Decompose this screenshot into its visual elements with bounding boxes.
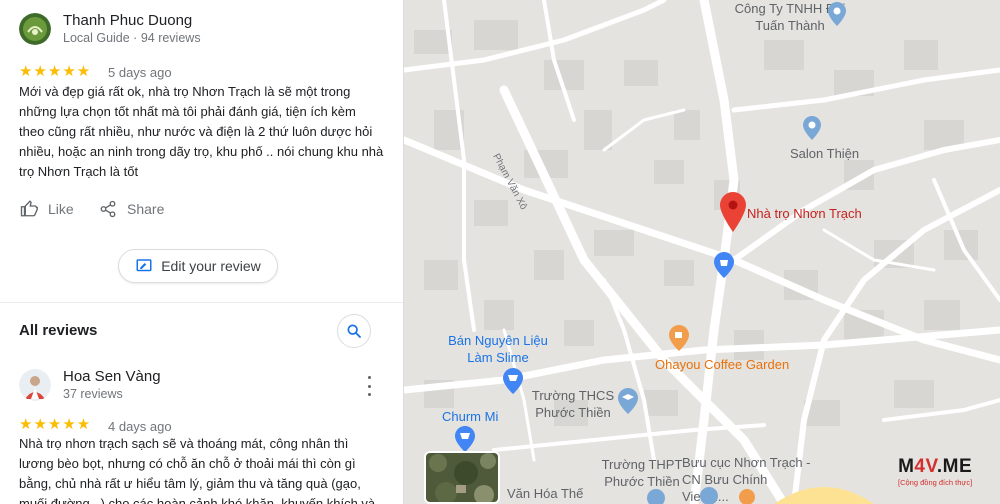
- more-options-icon[interactable]: [363, 376, 375, 396]
- place-pin-icon[interactable]: [828, 2, 846, 26]
- reviews-panel: Thanh Phuc Duong Local Guide · 94 review…: [0, 0, 404, 504]
- place-label-thcs[interactable]: Trường THCS Phước Thiền: [520, 387, 626, 421]
- watermark-brand: M4V.ME: [898, 456, 973, 477]
- review-header: Hoa Sen Vàng 37 reviews: [19, 368, 161, 401]
- place-label-slime[interactable]: Bán Nguyên Liệu Làm Slime: [438, 332, 558, 366]
- place-label-culture[interactable]: Văn Hóa Thế: [507, 486, 583, 501]
- edit-review-label: Edit your review: [161, 258, 261, 274]
- review-header: Thanh Phuc Duong Local Guide · 94 review…: [19, 12, 201, 45]
- share-label: Share: [127, 201, 165, 217]
- like-button[interactable]: Like: [20, 200, 74, 218]
- selected-location-pin-icon[interactable]: [720, 192, 746, 232]
- place-label-selected[interactable]: Nhà trọ Nhơn Trạch: [747, 206, 862, 221]
- school-pin-icon[interactable]: [618, 388, 638, 414]
- school-pin-icon[interactable]: [646, 488, 666, 504]
- restaurant-pin-icon[interactable]: [738, 488, 756, 504]
- star-rating: ★★★★★: [19, 63, 92, 80]
- reviewer-name[interactable]: Thanh Phuc Duong: [63, 12, 201, 29]
- search-icon: [347, 324, 361, 338]
- map-roads: [404, 0, 1000, 504]
- divider: [0, 302, 403, 303]
- place-label-thpt[interactable]: Trường THPT Phước Thiền: [592, 456, 692, 490]
- place-label-salon[interactable]: Salon Thiện: [790, 146, 859, 161]
- avatar[interactable]: [19, 368, 51, 401]
- shopping-pin-icon[interactable]: [714, 252, 734, 278]
- edit-review-icon: [136, 259, 152, 272]
- review-text: Nhà trọ nhơn trạch sạch sẽ và thoáng mát…: [19, 436, 376, 504]
- watermark-logo: M4V.ME [Cộng đồng đích thực]: [898, 456, 972, 487]
- place-label-coffee[interactable]: Ohayou Coffee Garden: [655, 357, 789, 372]
- review-text: Mới và đẹp giá rất ok, nhà trọ Nhơn Trạc…: [19, 84, 384, 179]
- like-label: Like: [48, 201, 74, 217]
- star-rating: ★★★★★: [19, 416, 92, 433]
- place-pin-icon[interactable]: [803, 116, 821, 140]
- post-office-pin-icon[interactable]: [699, 486, 719, 504]
- share-button[interactable]: Share: [99, 200, 164, 218]
- all-reviews-title: All reviews: [19, 322, 98, 339]
- place-label-churm[interactable]: Churm Mi: [442, 409, 498, 424]
- avatar[interactable]: [19, 12, 51, 45]
- review-age: 4 days ago: [108, 419, 172, 434]
- reviewer-meta: 37 reviews: [63, 387, 123, 401]
- thumb-up-icon: [20, 200, 38, 217]
- satellite-layer-thumbnail[interactable]: [424, 451, 500, 504]
- reviewer-name[interactable]: Hoa Sen Vàng: [63, 368, 161, 385]
- watermark-tagline: [Cộng đồng đích thực]: [898, 478, 973, 487]
- search-reviews-button[interactable]: [337, 314, 371, 348]
- review-age: 5 days ago: [108, 65, 172, 80]
- shopping-pin-icon[interactable]: [455, 426, 475, 452]
- edit-review-button[interactable]: Edit your review: [118, 249, 278, 283]
- map-canvas[interactable]: Phạm Văn Xô Công Ty TNHH Đại Tuấn Thành …: [404, 0, 1000, 504]
- cafe-pin-icon[interactable]: [669, 325, 689, 351]
- reviewer-meta: Local Guide · 94 reviews: [63, 31, 201, 45]
- share-icon: [100, 200, 116, 218]
